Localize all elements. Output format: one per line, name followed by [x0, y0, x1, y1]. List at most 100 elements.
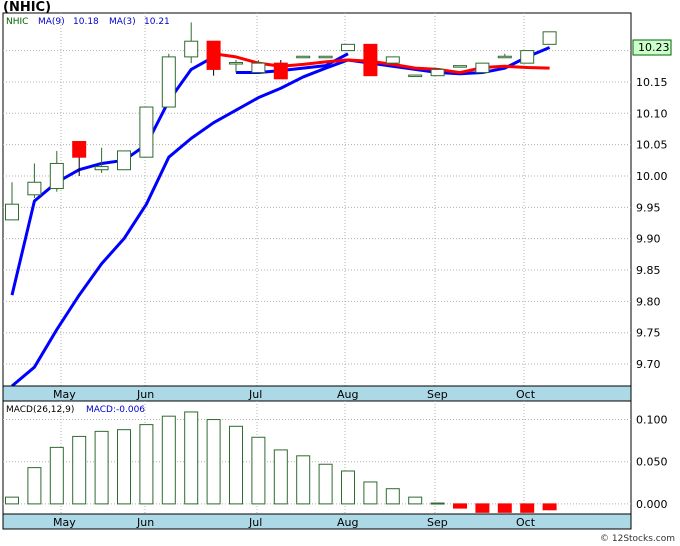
price-y-tick: 10.10: [636, 107, 668, 120]
candle: [430, 68, 445, 77]
candle-body-up: [27, 181, 42, 196]
candle-body-up: [161, 56, 176, 108]
legend-ma9-label: MA(9): [38, 17, 65, 27]
candle-body-up: [117, 150, 131, 171]
chart-stage: (NHIC) MayJunJulAugSepOct 10.2010.1510.1…: [0, 0, 680, 546]
candle: [273, 60, 288, 80]
macd-x-axis-band: [2, 513, 632, 530]
macd-bar: [497, 503, 512, 513]
legend-symbol: NHIC: [6, 17, 28, 27]
price-x-tick: Sep: [427, 388, 448, 401]
macd-bar: [475, 503, 490, 513]
macd-bar: [385, 488, 400, 505]
price-x-tick: Jun: [136, 388, 154, 401]
candle-body-up: [318, 55, 333, 59]
candle-body-up: [139, 106, 154, 158]
candle-body-up: [49, 162, 64, 190]
macd-bar: [251, 436, 266, 505]
price-y-tick: 9.85: [636, 264, 661, 277]
macd-x-tick: Oct: [516, 516, 536, 529]
macd-y-tick-labels: 0.100 0.050 0.000: [636, 414, 668, 511]
price-y-tick: 10.05: [636, 139, 668, 152]
candle: [296, 55, 311, 59]
price-y-tick: 9.90: [636, 233, 661, 246]
price-y-tick: 10.00: [636, 170, 668, 183]
price-y-tick: 9.80: [636, 295, 661, 308]
macd-legend-name: MACD(26,12,9): [6, 405, 74, 415]
candle-body-up: [542, 31, 557, 45]
legend-ma3-value: 10.21: [144, 17, 170, 27]
candle: [139, 106, 154, 158]
legend-ma3-label: MA(3): [109, 17, 136, 27]
macd-bar: [27, 467, 42, 505]
price-x-tick: Oct: [516, 388, 536, 401]
macd-bar: [341, 470, 355, 505]
candle-body-up: [296, 55, 311, 59]
candle-body-up: [94, 166, 109, 171]
macd-bar: [408, 496, 423, 505]
candle-body-up: [520, 50, 535, 64]
candle: [475, 62, 490, 74]
price-y-tick: 10.15: [636, 76, 668, 89]
macd-bar: [453, 503, 467, 509]
price-y-tick: 9.95: [636, 201, 661, 214]
candle-body-up: [341, 43, 355, 52]
price-y-tick: 9.70: [636, 358, 661, 371]
stock-chart: MayJunJulAugSepOct 10.2010.1510.1010.051…: [2, 12, 675, 544]
price-x-axis-band: [2, 385, 632, 402]
macd-bar: [206, 419, 221, 505]
macd-bar: [542, 503, 557, 511]
candle-body-down: [72, 141, 87, 158]
macd-y-tick: 0.000: [636, 498, 668, 511]
macd-bar: [229, 425, 243, 505]
macd-bar: [161, 415, 176, 505]
candle: [161, 53, 176, 108]
macd-bar: [363, 481, 378, 505]
footer-credit: © 12Stocks.com: [600, 534, 675, 544]
price-x-tick: Aug: [337, 388, 358, 401]
candle: [385, 56, 400, 64]
macd-x-tick: Sep: [427, 516, 448, 529]
macd-x-tick: Aug: [337, 516, 358, 529]
price-y-tick-labels: 10.2010.1510.1010.0510.009.959.909.859.8…: [636, 45, 668, 371]
candle-body-down: [363, 43, 378, 77]
macd-bar: [94, 430, 109, 505]
candle-body-down: [206, 40, 221, 70]
candle: [408, 74, 423, 78]
candle: [542, 31, 557, 45]
candle: [520, 50, 535, 64]
candle-body-up: [229, 62, 243, 65]
macd-bar: [139, 424, 154, 505]
candle-body-up: [430, 68, 445, 77]
macd-legend-value: MACD:-0.006: [86, 405, 145, 415]
candle-body-up: [184, 40, 199, 58]
candle-body-up: [497, 55, 512, 59]
candle: [363, 43, 378, 77]
price-x-tick: Jul: [248, 388, 262, 401]
macd-y-tick: 0.050: [636, 456, 668, 469]
macd-x-tick: May: [53, 516, 76, 529]
candle-body-down: [273, 62, 288, 80]
macd-bar: [273, 449, 288, 505]
candle-body-up: [5, 203, 19, 221]
last-price-label: 10.23: [638, 41, 670, 54]
candle: [341, 43, 355, 52]
macd-bar: [296, 455, 311, 505]
macd-bar: [72, 435, 87, 505]
price-x-tick: May: [53, 388, 76, 401]
candle: [453, 65, 467, 68]
last-price-marker: 10.23: [632, 39, 672, 56]
macd-bar: [49, 446, 64, 505]
macd-x-tick: Jul: [248, 516, 262, 529]
candle-body-up: [251, 62, 266, 74]
macd-bar: [430, 502, 445, 505]
macd-bar: [117, 429, 131, 505]
price-y-tick: 9.75: [636, 327, 661, 340]
legend-ma9-value: 10.18: [73, 17, 99, 27]
macd-x-tick: Jun: [136, 516, 154, 529]
candle: [318, 55, 333, 59]
candle: [117, 150, 131, 171]
macd-y-tick: 0.100: [636, 414, 668, 427]
candle-body-up: [385, 56, 400, 64]
candle-body-up: [453, 65, 467, 68]
